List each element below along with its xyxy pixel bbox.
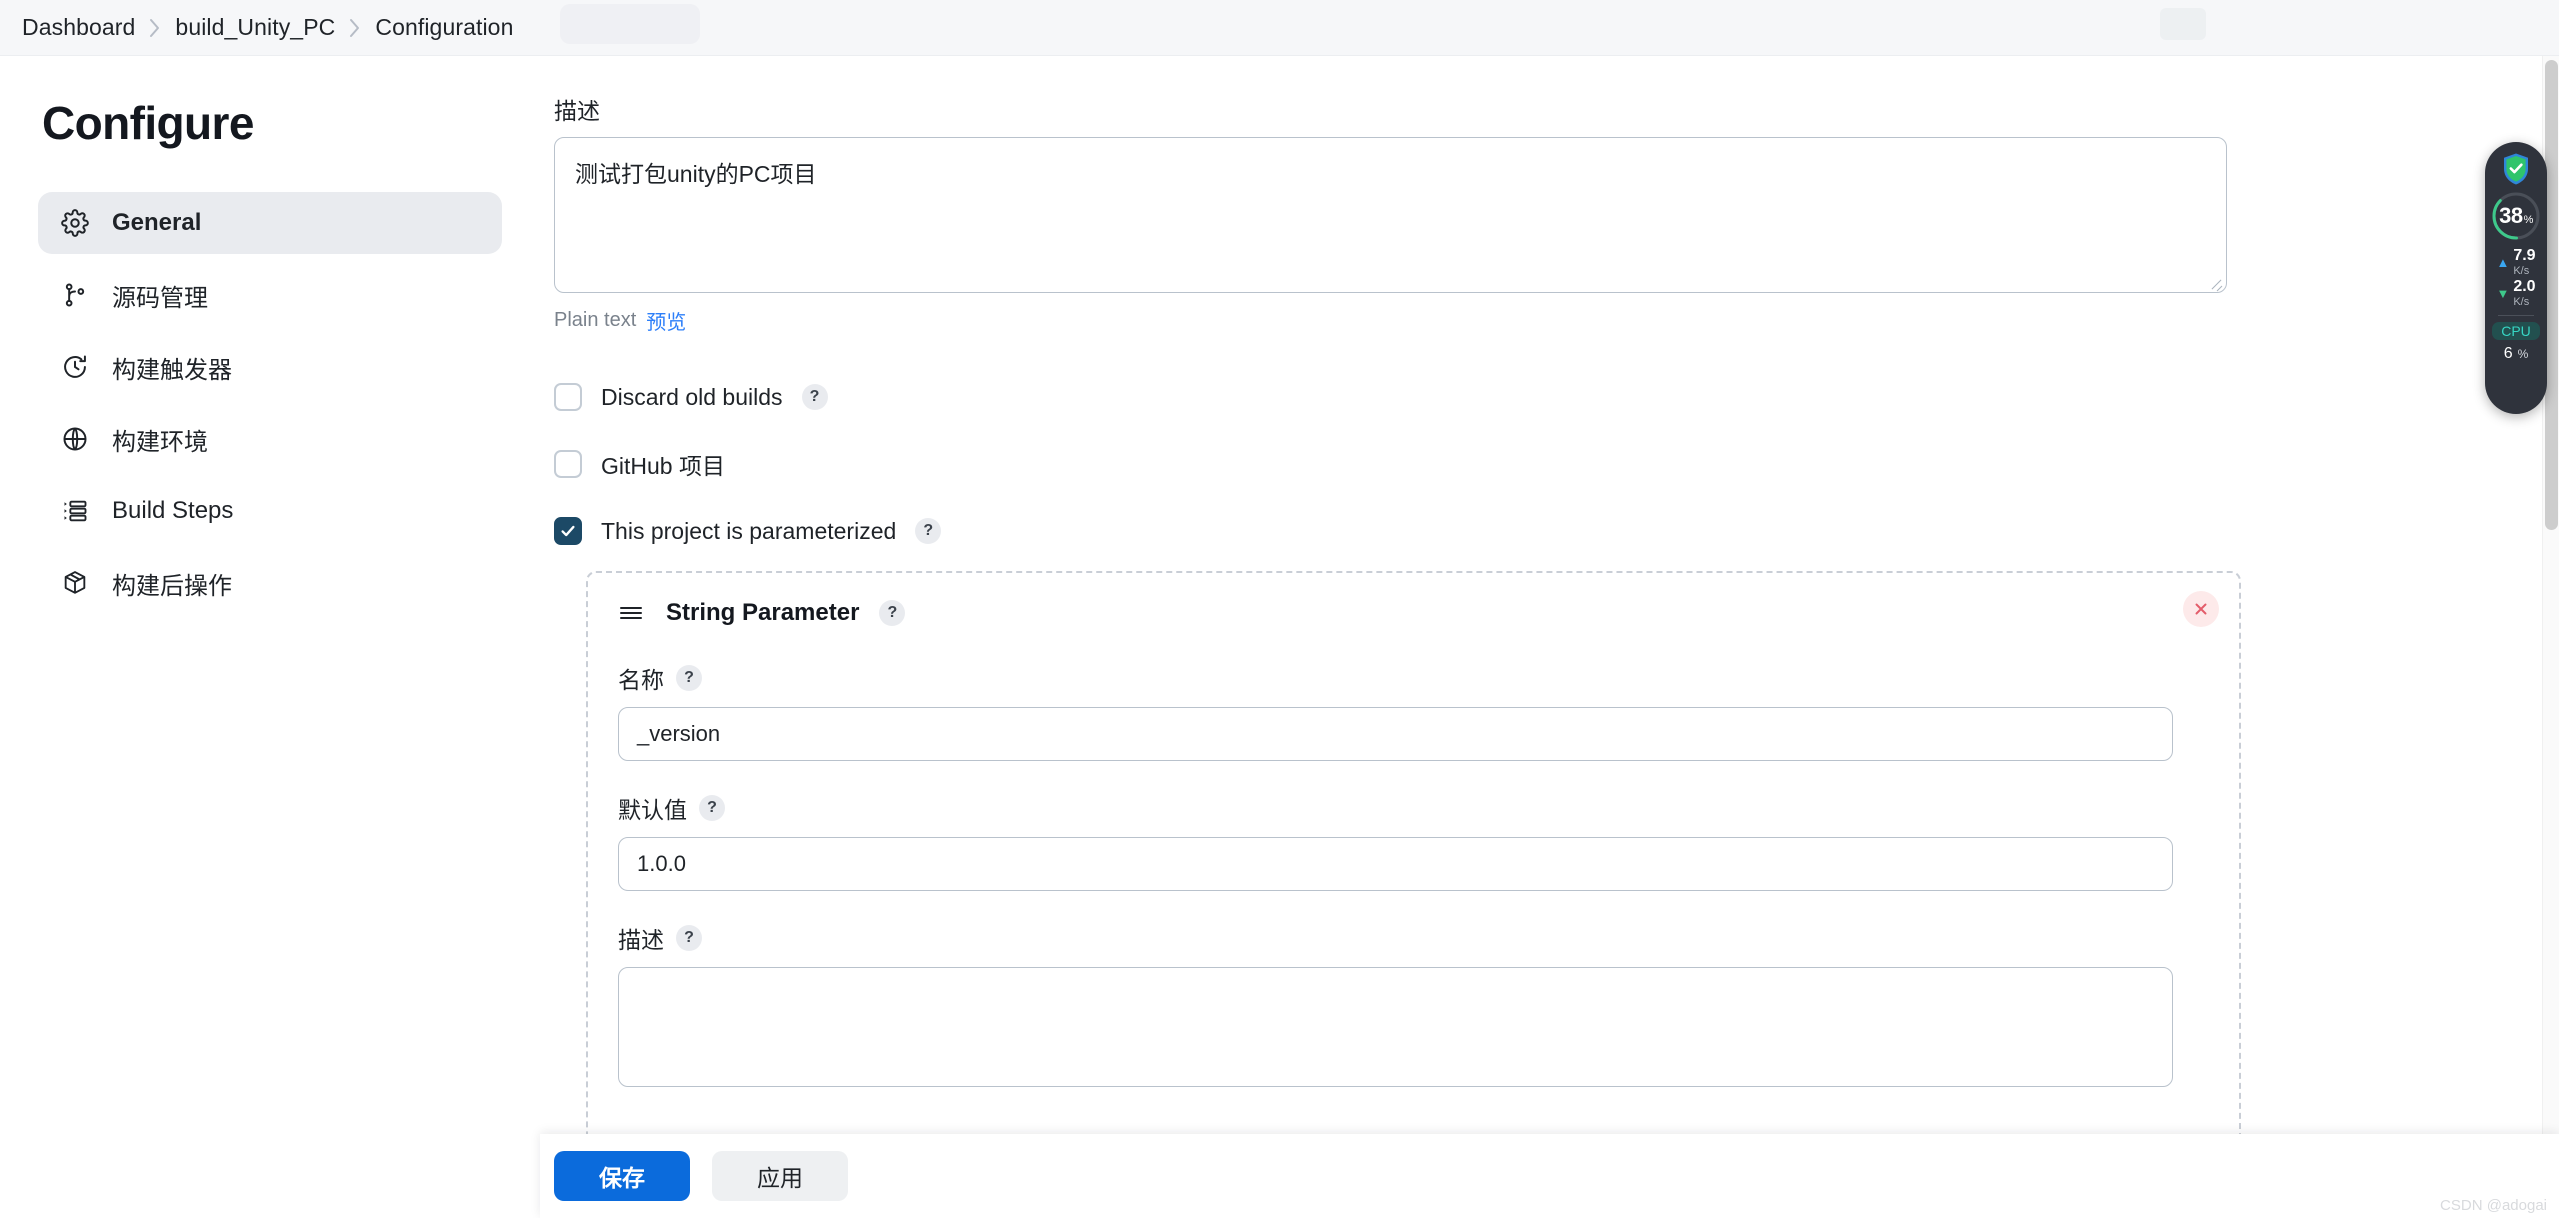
list-steps-icon — [60, 496, 90, 526]
breadcrumb-item-configuration[interactable]: Configuration — [375, 14, 513, 41]
parameter-name-label: 名称 — [618, 667, 664, 693]
apply-button[interactable]: 应用 — [712, 1151, 848, 1201]
memory-usage-value: 38 — [2499, 203, 2523, 228]
save-button[interactable]: 保存 — [554, 1151, 690, 1201]
general-form: 描述 测试打包unity的PC项目 Plain text 预览 Discard … — [540, 56, 2241, 1149]
sidebar-item-label: 构建触发器 — [112, 356, 232, 384]
parameter-default-label: 默认值 — [618, 797, 687, 823]
parameter-description-label: 描述 — [618, 927, 664, 953]
help-icon-discard-old-builds[interactable]: ? — [801, 384, 828, 410]
discard-old-builds-checkbox[interactable] — [554, 383, 582, 411]
sidebar-item-label: 构建后操作 — [112, 572, 232, 600]
chevron-right-icon — [148, 17, 162, 39]
arrow-down-icon: ▼ — [2496, 285, 2510, 301]
app-root: Dashboard build_Unity_PC Configuration C… — [0, 0, 2559, 1218]
parameter-description-textarea[interactable] — [618, 967, 2173, 1087]
sidebar-item-build-triggers[interactable]: 构建触发器 — [38, 336, 502, 398]
breadcrumb-overlay-block-2 — [2160, 8, 2206, 40]
description-label: 描述 — [554, 98, 600, 124]
sidebar: Configure General 源码管理 构建触发器 构建环境 Build … — [0, 56, 540, 1218]
resize-grip-icon[interactable] — [2207, 273, 2223, 289]
page-title: Configure — [42, 97, 254, 149]
parameter-description-field: 描述 ? — [618, 921, 2209, 1087]
help-icon-parameter-default[interactable]: ? — [699, 795, 725, 821]
system-monitor-widget[interactable]: 38 % ▲ 7.9 K/s ▼ 2.0 K/s CPU 6 % — [2485, 142, 2547, 414]
sidebar-item-label: General — [112, 209, 202, 236]
parameter-header: String Parameter ? — [618, 599, 2209, 627]
parameter-name-field: 名称 ? _version — [618, 661, 2209, 761]
globe-icon — [60, 424, 90, 454]
parameter-title: String Parameter — [666, 599, 860, 626]
shield-check-icon — [2501, 152, 2531, 186]
upload-speed-row: ▲ 7.9 K/s — [2496, 247, 2536, 277]
parameter-default-label-row: 默认值 ? — [618, 791, 2209, 825]
parameter-name-value: _version — [637, 721, 721, 746]
plain-text-label: Plain text — [554, 309, 637, 331]
parameter-description-label-row: 描述 ? — [618, 921, 2209, 955]
upload-speed-unit: K/s — [2513, 264, 2530, 277]
cpu-usage-value: 6 — [2503, 344, 2513, 362]
remove-parameter-button[interactable] — [2183, 591, 2219, 627]
sidebar-item-general[interactable]: General — [38, 192, 502, 254]
sidebar-item-label: Build Steps — [112, 497, 234, 524]
parameterized-label: This project is parameterized — [601, 517, 897, 544]
checkbox-row-parameterized[interactable]: This project is parameterized ? — [554, 517, 2230, 545]
github-project-label: GitHub 项目 — [601, 453, 725, 479]
sidebar-item-scm[interactable]: 源码管理 — [38, 264, 502, 326]
memory-usage-text: 38 % — [2499, 203, 2533, 229]
preview-link[interactable]: 预览 — [646, 306, 686, 335]
sidebar-nav: General 源码管理 构建触发器 构建环境 Build Steps 构建后操… — [38, 192, 502, 614]
download-speed-value: 2.0 — [2513, 277, 2536, 295]
cpu-label-pill: CPU — [2492, 321, 2540, 340]
gear-icon — [60, 208, 90, 238]
parameter-default-value: 1.0.0 — [637, 851, 686, 876]
breadcrumb-item-job[interactable]: build_Unity_PC — [175, 14, 335, 41]
breadcrumb-item-dashboard[interactable]: Dashboard — [22, 14, 135, 41]
clock-icon — [60, 352, 90, 382]
sidebar-item-build-steps[interactable]: Build Steps — [38, 480, 502, 542]
breadcrumb: Dashboard build_Unity_PC Configuration — [0, 0, 2559, 56]
github-project-checkbox[interactable] — [554, 450, 582, 478]
help-icon-parameter-name[interactable]: ? — [676, 665, 702, 691]
download-speed-row: ▼ 2.0 K/s — [2496, 277, 2536, 308]
sidebar-item-build-environment[interactable]: 构建环境 — [38, 408, 502, 470]
form-action-bar: 保存 应用 — [540, 1134, 2559, 1218]
parameter-name-input[interactable]: _version — [618, 707, 2173, 761]
package-box-icon — [60, 568, 90, 598]
memory-usage-unit: % — [2523, 214, 2534, 226]
checkbox-row-discard-old-builds[interactable]: Discard old builds ? — [554, 383, 2230, 411]
cpu-usage-unit: % — [2517, 346, 2529, 361]
discard-old-builds-label: Discard old builds — [601, 383, 783, 410]
branch-icon — [60, 280, 90, 310]
description-textarea[interactable]: 测试打包unity的PC项目 — [554, 137, 2227, 293]
cpu-usage-row: 6 % — [2504, 345, 2529, 363]
string-parameter-panel: String Parameter ? 名称 ? _version 默认值 ? 1… — [586, 571, 2241, 1149]
help-icon-parameter-description[interactable]: ? — [676, 925, 702, 951]
arrow-up-icon: ▲ — [2496, 254, 2510, 270]
chevron-right-icon-2 — [348, 17, 362, 39]
help-icon-parameterized[interactable]: ? — [915, 518, 942, 544]
checkbox-row-github-project[interactable]: GitHub 项目 — [554, 447, 2230, 481]
upload-speed-value: 7.9 — [2513, 247, 2536, 264]
main-content: 描述 测试打包unity的PC项目 Plain text 预览 Discard … — [540, 56, 2520, 1156]
sidebar-item-label: 源码管理 — [112, 284, 208, 312]
description-value: 测试打包unity的PC项目 — [575, 161, 817, 187]
sidebar-item-label: 构建环境 — [112, 428, 208, 456]
drag-handle-icon[interactable] — [618, 602, 646, 624]
watermark: CSDN @adogai — [2440, 1197, 2547, 1214]
sidebar-item-post-build-actions[interactable]: 构建后操作 — [38, 552, 502, 614]
parameter-name-label-row: 名称 ? — [618, 661, 2209, 695]
parameter-default-field: 默认值 ? 1.0.0 — [618, 791, 2209, 891]
breadcrumb-overlay-block — [560, 4, 700, 44]
monitor-divider — [2498, 314, 2534, 316]
download-speed-unit: K/s — [2513, 295, 2530, 308]
memory-usage-ring: 38 % — [2490, 190, 2542, 242]
parameter-default-input[interactable]: 1.0.0 — [618, 837, 2173, 891]
parameterized-checkbox[interactable] — [554, 517, 582, 545]
help-icon-string-parameter[interactable]: ? — [879, 600, 906, 626]
description-format-row: Plain text 预览 — [554, 306, 2230, 335]
